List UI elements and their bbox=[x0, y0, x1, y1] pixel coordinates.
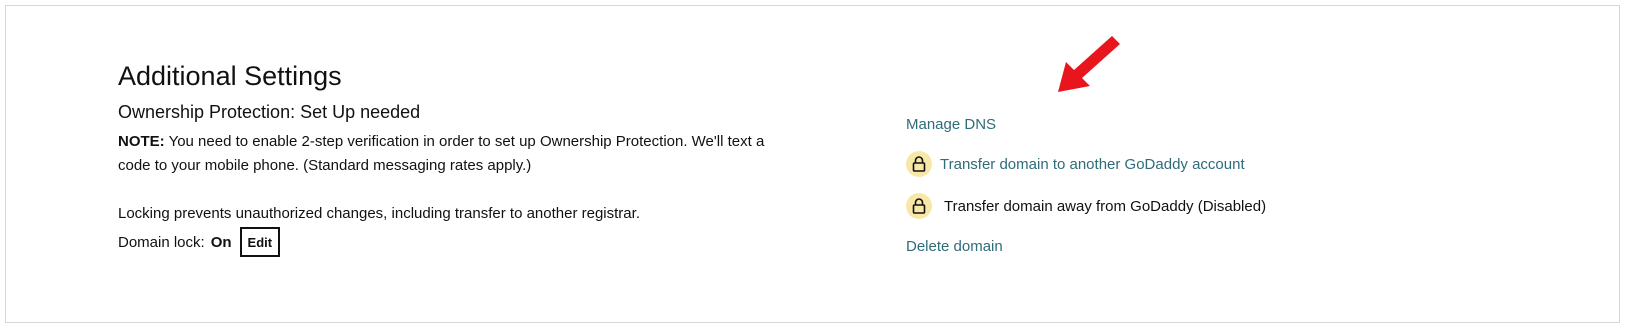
manage-dns-link[interactable]: Manage DNS bbox=[906, 116, 996, 133]
edit-domain-lock-button[interactable]: Edit bbox=[239, 227, 281, 257]
transfer-to-account-row: Transfer domain to another GoDaddy accou… bbox=[906, 149, 1266, 179]
transfer-away-row: Transfer domain away from GoDaddy (Disab… bbox=[906, 191, 1266, 221]
lock-description: Locking prevents unauthorized changes, i… bbox=[118, 205, 640, 222]
section-title: Additional Settings bbox=[118, 61, 342, 91]
domain-lock-state: On bbox=[210, 233, 232, 251]
note-paragraph: NOTE: You need to enable 2-step verifica… bbox=[118, 130, 798, 178]
note-label: NOTE: bbox=[118, 133, 165, 150]
additional-settings-card: Additional Settings Ownership Protection… bbox=[5, 5, 1620, 323]
settings-left-column: Additional Settings Ownership Protection… bbox=[118, 58, 818, 258]
lock-icon bbox=[906, 151, 932, 177]
domain-lock-row: Domain lock: On Edit bbox=[118, 226, 818, 258]
lock-icon bbox=[906, 193, 932, 219]
note-text: You need to enable 2-step verification i… bbox=[118, 133, 765, 174]
red-arrow-icon bbox=[1054, 36, 1124, 101]
settings-right-column: Manage DNS Transfer domain to another Go… bbox=[906, 109, 1266, 261]
transfer-away-disabled-text: Transfer domain away from GoDaddy (Disab… bbox=[944, 197, 1267, 215]
delete-domain-link[interactable]: Delete domain bbox=[906, 238, 1003, 255]
delete-domain-row: Delete domain bbox=[906, 231, 1266, 261]
domain-lock-label: Domain lock: bbox=[118, 233, 205, 251]
transfer-to-account-link[interactable]: Transfer domain to another GoDaddy accou… bbox=[940, 156, 1245, 173]
manage-dns-row: Manage DNS bbox=[906, 109, 1266, 139]
ownership-protection-status: Ownership Protection: Set Up needed bbox=[118, 102, 421, 122]
